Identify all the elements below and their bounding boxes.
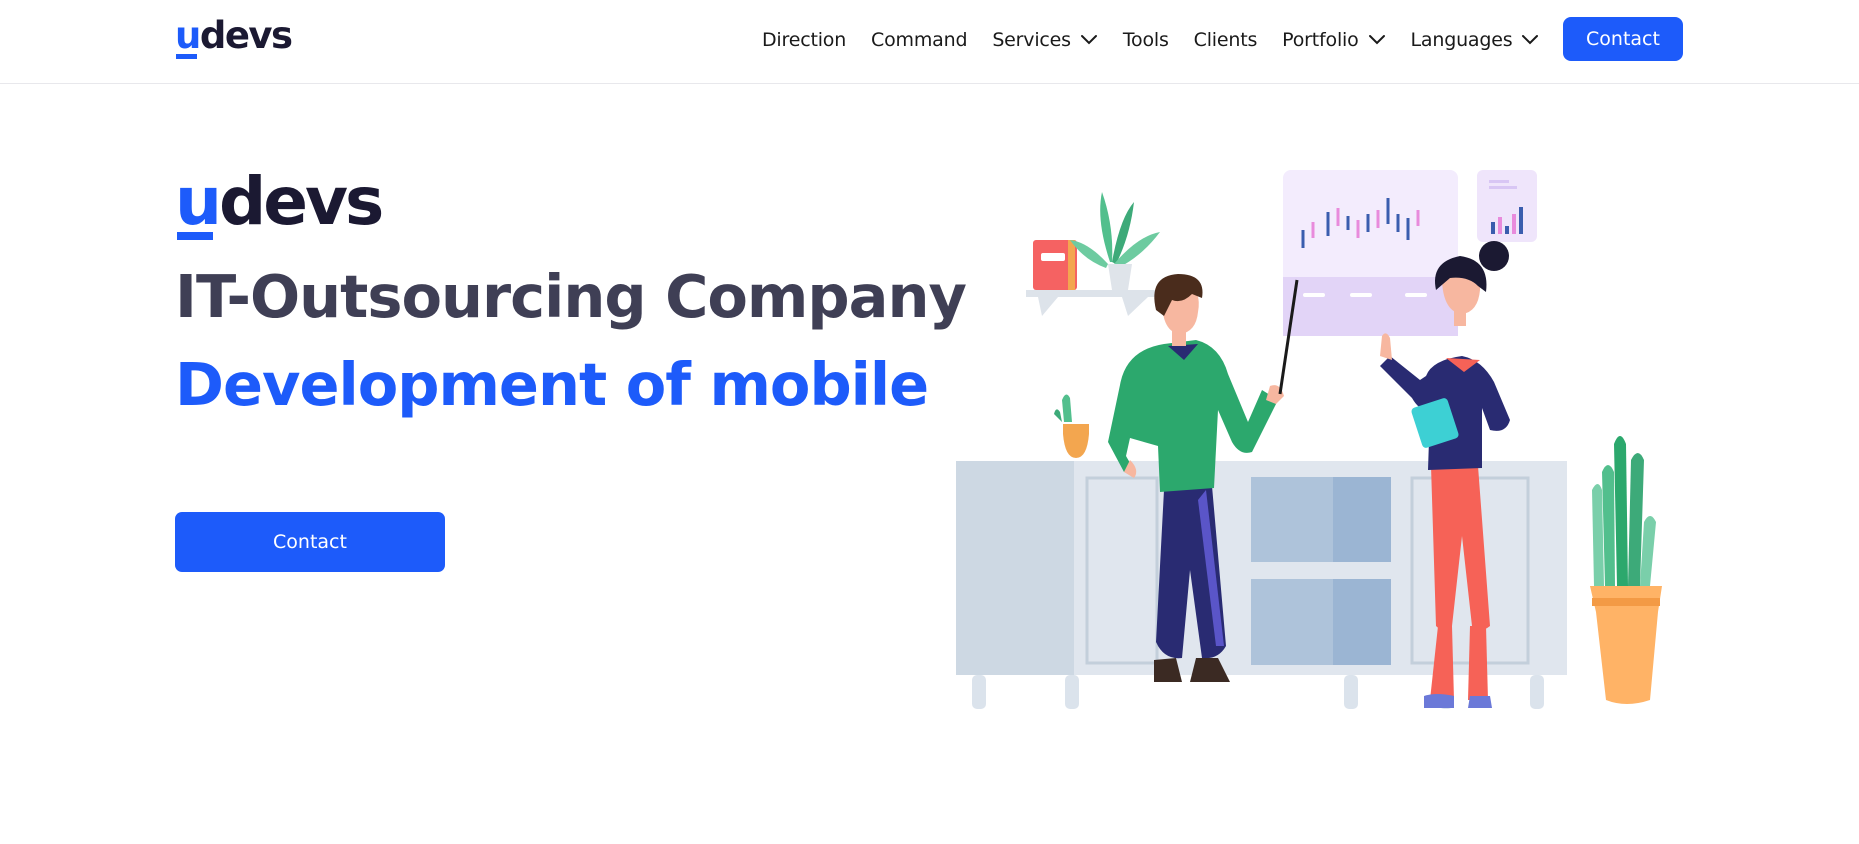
svg-text:udevs: udevs bbox=[175, 14, 292, 57]
nav-languages-label: Languages bbox=[1410, 29, 1513, 51]
nav-direction-label: Direction bbox=[762, 29, 847, 51]
nav-clients-label: Clients bbox=[1193, 29, 1258, 51]
chevron-down-icon bbox=[1368, 35, 1385, 45]
nav-clients[interactable]: Clients bbox=[1194, 29, 1258, 51]
shelf-illustration bbox=[1026, 192, 1163, 316]
nav-portfolio[interactable]: Portfolio bbox=[1282, 29, 1385, 51]
nav-command-label: Command bbox=[871, 29, 968, 51]
chevron-down-icon bbox=[1080, 35, 1097, 45]
header-contact-button[interactable]: Contact bbox=[1563, 17, 1683, 61]
hero-contact-button[interactable]: Contact bbox=[175, 512, 445, 572]
udevs-logo[interactable]: udevs bbox=[175, 14, 303, 62]
cactus-illustration bbox=[1054, 394, 1089, 458]
nav-command[interactable]: Command bbox=[871, 29, 967, 51]
nav-tools-label: Tools bbox=[1122, 29, 1169, 51]
nav-services-label: Services bbox=[992, 29, 1071, 51]
svg-text:udevs: udevs bbox=[175, 168, 382, 240]
chevron-down-icon bbox=[1522, 35, 1539, 45]
nav-tools[interactable]: Tools bbox=[1123, 29, 1169, 51]
hero-illustration bbox=[956, 170, 1662, 709]
main-nav: Direction Command Services Tools Clients… bbox=[762, 0, 1564, 80]
nav-direction[interactable]: Direction bbox=[762, 29, 846, 51]
hero-title: IT-Outsourcing Company bbox=[175, 262, 967, 331]
tall-cactus-illustration bbox=[1590, 436, 1662, 704]
site-header: udevs Direction Command Services Tools C… bbox=[0, 0, 1859, 84]
nav-languages[interactable]: Languages bbox=[1411, 29, 1540, 51]
udevs-hero-logo: udevs bbox=[175, 168, 385, 240]
hero-subtitle: Development of mobile bbox=[175, 350, 929, 419]
nav-portfolio-label: Portfolio bbox=[1282, 29, 1359, 51]
nav-services[interactable]: Services bbox=[992, 29, 1098, 51]
